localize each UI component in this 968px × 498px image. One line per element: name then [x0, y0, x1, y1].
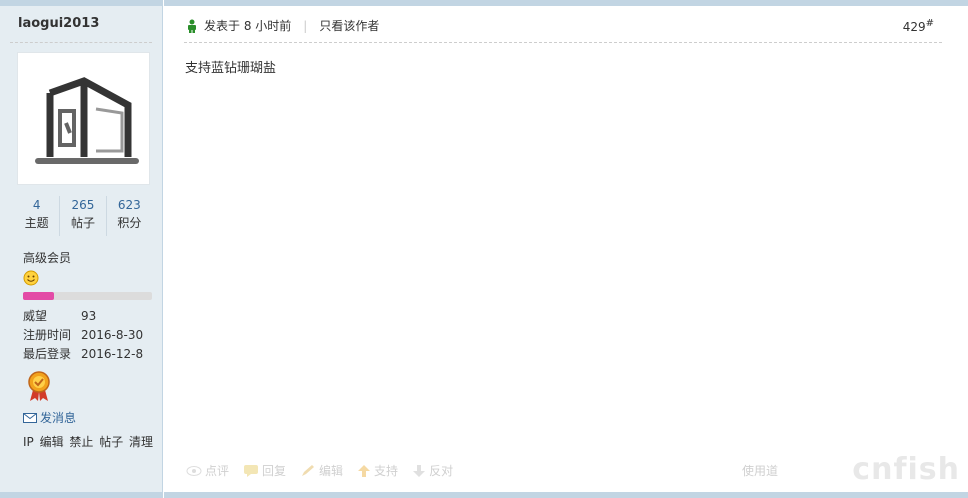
- author-username[interactable]: laogui2013: [18, 16, 99, 31]
- top-border: [0, 0, 162, 6]
- separator: |: [303, 18, 308, 33]
- send-message-link[interactable]: 发消息: [23, 409, 76, 426]
- divider: [10, 42, 152, 43]
- field-last-login: 最后登录 2016-12-8: [23, 345, 163, 364]
- up-arrow-icon: [358, 464, 371, 477]
- medal-icon[interactable]: [26, 370, 52, 405]
- action-label: 回复: [262, 464, 287, 478]
- stat-label: 主题: [24, 216, 49, 230]
- top-border: [164, 0, 968, 6]
- stat-points[interactable]: 623 积分: [107, 196, 152, 236]
- floor-sup: #: [925, 18, 934, 29]
- post-actions: 点评 回复 编辑 支持 反对: [186, 462, 453, 479]
- eye-icon: [186, 465, 202, 476]
- post-content: 支持蓝钻珊瑚盐: [185, 61, 277, 76]
- pencil-icon: [302, 464, 315, 476]
- action-label: 编辑: [319, 464, 344, 478]
- reply-button[interactable]: 回复: [243, 462, 286, 479]
- online-user-icon: [188, 19, 196, 33]
- field-value: 93: [81, 309, 97, 323]
- stat-value: 4: [32, 198, 41, 212]
- reply-icon: [244, 464, 259, 477]
- level-progress-bar: [23, 292, 152, 300]
- rate-button[interactable]: 点评: [186, 462, 229, 479]
- author-sidebar: laogui2013 4 主题 265 帖子 623 积分 高级会员 威望 93…: [0, 0, 163, 498]
- down-arrow-icon: [413, 464, 426, 477]
- smiley-icon: [23, 270, 39, 289]
- field-key: 注册时间: [23, 328, 72, 342]
- post-main: 发表于 8 小时前 | 只看该作者 429# 支持蓝钻珊瑚盐 点评 回复 编辑 …: [164, 0, 968, 498]
- stat-label: 积分: [117, 216, 142, 230]
- site-watermark: cnfish: [852, 452, 960, 487]
- send-message-label: 发消息: [40, 411, 77, 425]
- level-progress-fill: [23, 292, 54, 300]
- stat-label: 帖子: [70, 216, 95, 230]
- oppose-button[interactable]: 反对: [412, 462, 453, 479]
- bottom-border: [0, 492, 162, 498]
- only-author-link[interactable]: 只看该作者: [319, 17, 379, 34]
- stat-posts[interactable]: 265 帖子: [60, 196, 107, 236]
- field-key: 威望: [23, 309, 48, 323]
- stat-topics[interactable]: 4 主题: [14, 196, 61, 236]
- action-label: 反对: [429, 464, 454, 478]
- user-group[interactable]: 高级会员: [23, 249, 71, 266]
- action-label: 点评: [205, 464, 230, 478]
- post-time: 发表于 8 小时前: [204, 19, 292, 33]
- avatar[interactable]: [17, 52, 150, 185]
- field-value: 2016-8-30: [81, 328, 144, 342]
- stat-value: 265: [71, 198, 95, 212]
- use-item-link[interactable]: 使用道: [742, 462, 778, 479]
- field-register-time: 注册时间 2016-8-30: [23, 326, 163, 345]
- stat-value: 623: [117, 198, 141, 212]
- post-floor[interactable]: 429#: [903, 18, 934, 34]
- bottom-border: [164, 492, 968, 498]
- field-prestige: 威望 93: [23, 307, 163, 326]
- divider: [184, 42, 942, 43]
- author-stats: 4 主题 265 帖子 623 积分: [14, 196, 152, 236]
- field-value: 2016-12-8: [81, 347, 144, 361]
- post-info: 发表于 8 小时前 | 只看该作者: [186, 17, 379, 34]
- field-key: 最后登录: [23, 347, 72, 361]
- mail-icon: [23, 412, 37, 423]
- support-button[interactable]: 支持: [357, 462, 398, 479]
- floor-number: 429: [902, 20, 926, 34]
- action-label: 支持: [374, 464, 399, 478]
- edit-button[interactable]: 编辑: [300, 462, 343, 479]
- admin-links[interactable]: IP 编辑 禁止 帖子 清理: [23, 433, 153, 450]
- avatar-image: [18, 53, 149, 184]
